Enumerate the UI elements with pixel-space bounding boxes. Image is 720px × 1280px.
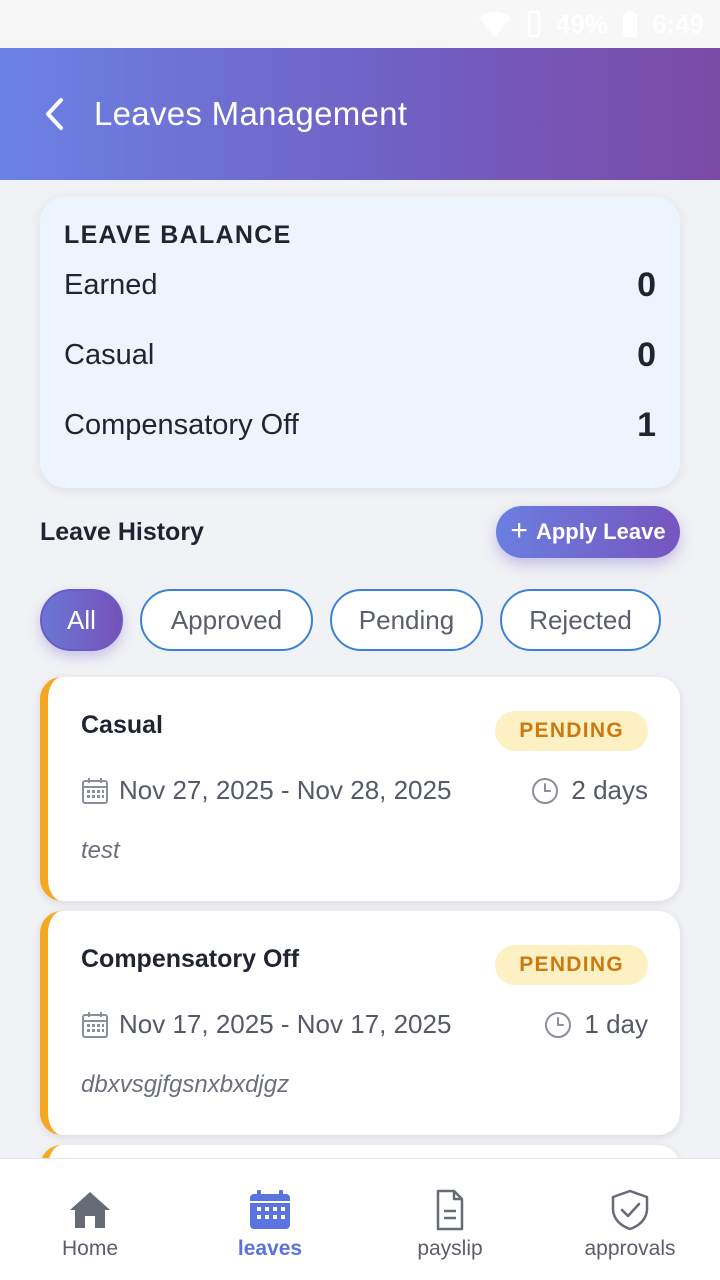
leave-type: Casual <box>81 711 163 739</box>
app-bar: Leaves Management <box>0 48 720 180</box>
nav-label: payslip <box>417 1237 483 1260</box>
leave-card[interactable]: Compensatory Off PENDING Nov 17, 2025 - … <box>40 911 680 1135</box>
status-filter-bar: All Approved Pending Rejected <box>40 589 661 651</box>
bottom-navigation: Home leaves payslip approvals <box>0 1158 720 1280</box>
nav-item-home[interactable]: Home <box>0 1159 180 1280</box>
balance-label: Casual <box>64 338 155 371</box>
nav-item-payslip[interactable]: payslip <box>360 1159 540 1280</box>
battery-icon <box>622 10 638 38</box>
leave-balance-title: LEAVE BALANCE <box>64 221 292 249</box>
filter-chip-rejected[interactable]: Rejected <box>500 589 661 651</box>
plus-icon: + <box>510 513 528 547</box>
nav-label: approvals <box>584 1237 676 1260</box>
leave-duration-text: 2 days <box>571 775 648 805</box>
leave-type: Compensatory Off <box>81 945 300 973</box>
calendar-icon <box>81 1011 109 1039</box>
filter-chip-approved[interactable]: Approved <box>140 589 313 651</box>
leave-dates-text: Nov 27, 2025 - Nov 28, 2025 <box>119 775 452 805</box>
balance-value: 0 <box>637 265 656 304</box>
nav-item-approvals[interactable]: approvals <box>540 1159 720 1280</box>
leave-reason: dbxvsgjfgsnxbxdjgz <box>81 1071 290 1098</box>
leave-history-header: Leave History + Apply Leave <box>40 506 680 558</box>
balance-value: 0 <box>637 335 656 374</box>
clock: 6:49 <box>651 8 704 39</box>
vibrate-icon <box>526 10 542 38</box>
balance-label: Earned <box>64 268 158 301</box>
leave-card[interactable]: Casual PENDING Nov 27, 2025 - Nov 28, 20… <box>40 677 680 901</box>
wifi-icon <box>478 10 512 38</box>
filter-chip-pending[interactable]: Pending <box>330 589 483 651</box>
clock-icon <box>531 777 559 805</box>
status-bar: 49% 6:49 <box>0 0 720 48</box>
leave-duration: 2 days <box>531 775 648 806</box>
leave-duration-text: 1 day <box>584 1009 648 1039</box>
filter-chip-all[interactable]: All <box>40 589 123 651</box>
leave-balance-card: LEAVE BALANCE Earned 0 Casual 0 Compensa… <box>40 196 680 488</box>
status-badge: PENDING <box>495 945 648 985</box>
calendar-icon <box>81 777 109 805</box>
leave-date-range: Nov 27, 2025 - Nov 28, 2025 <box>81 775 451 806</box>
leave-dates-text: Nov 17, 2025 - Nov 17, 2025 <box>119 1009 452 1039</box>
battery-percent: 49% <box>555 8 608 39</box>
leave-history-title: Leave History <box>40 517 204 546</box>
leave-reason: test <box>81 837 120 864</box>
home-icon <box>68 1189 112 1231</box>
balance-row-casual: Casual 0 <box>64 320 656 390</box>
status-badge: PENDING <box>495 711 648 751</box>
shield-check-icon <box>608 1189 652 1231</box>
calendar-icon <box>248 1189 292 1231</box>
nav-item-leaves[interactable]: leaves <box>180 1159 360 1280</box>
nav-label: Home <box>61 1237 119 1260</box>
page-title: Leaves Management <box>94 95 408 132</box>
back-arrow-icon[interactable] <box>44 94 74 134</box>
balance-row-compensatory-off: Compensatory Off 1 <box>64 390 656 460</box>
leave-duration: 1 day <box>544 1009 648 1040</box>
clock-icon <box>544 1011 572 1039</box>
leave-date-range: Nov 17, 2025 - Nov 17, 2025 <box>81 1009 451 1040</box>
document-icon <box>428 1189 472 1231</box>
apply-leave-label: Apply Leave <box>535 519 666 544</box>
balance-value: 1 <box>637 405 656 444</box>
nav-label: leaves <box>237 1237 303 1260</box>
balance-label: Compensatory Off <box>64 408 299 441</box>
balance-row-earned: Earned 0 <box>64 250 656 320</box>
apply-leave-button[interactable]: + Apply Leave <box>496 506 680 558</box>
